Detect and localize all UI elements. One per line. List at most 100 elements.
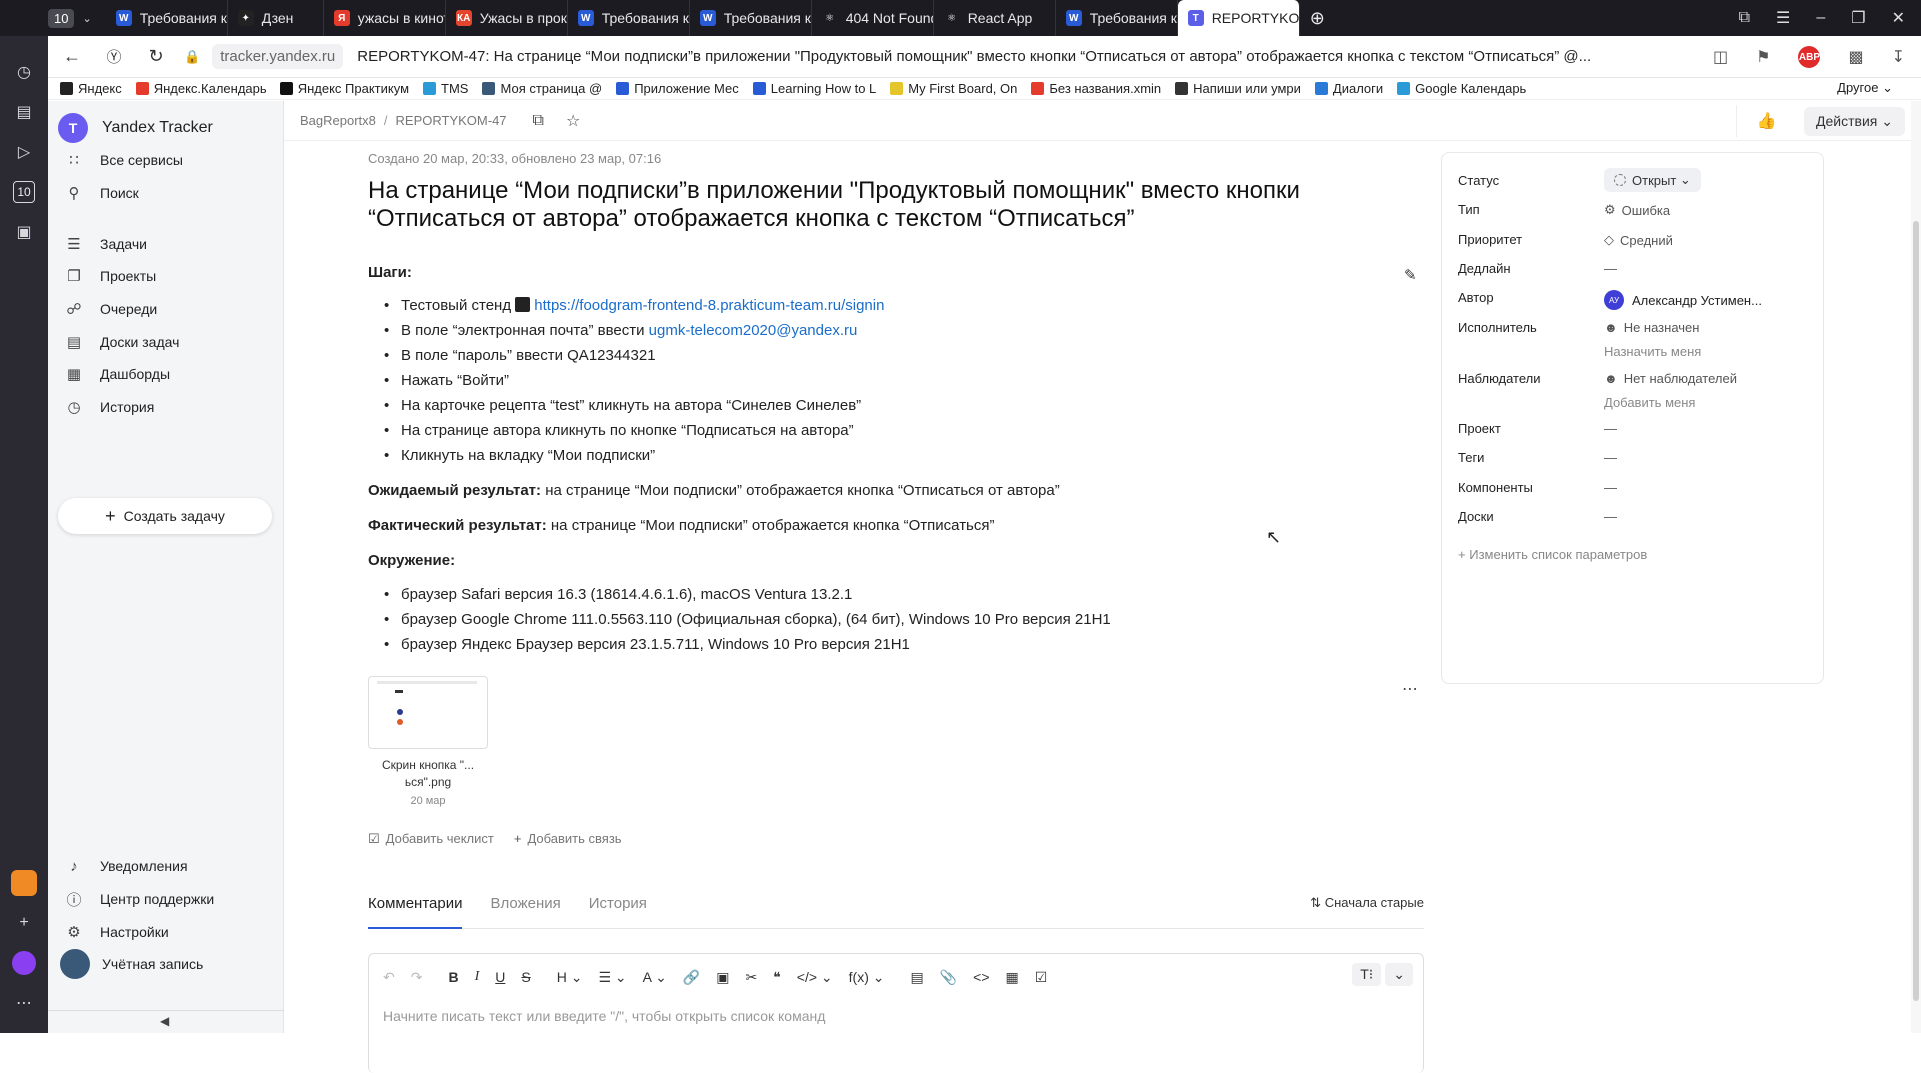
change-params-link[interactable]: + Изменить список параметров — [1458, 547, 1647, 562]
browser-tab[interactable]: ⚛ 404 Not Found — [812, 0, 934, 36]
tabs-counter-icon[interactable]: 10 — [8, 176, 40, 208]
code-block-icon[interactable]: <> — [973, 969, 989, 985]
formula-icon[interactable]: f(x) ⌄ — [849, 969, 885, 986]
close-icon[interactable]: ✕ — [1892, 8, 1905, 28]
yandex-icon[interactable]: Ⓨ — [96, 39, 132, 75]
bookmark-item[interactable]: Диалоги — [1314, 81, 1383, 96]
sidebar-item-settings[interactable]: ⚙ Настройки — [64, 920, 168, 944]
download-icon[interactable]: ↧ — [1892, 47, 1905, 67]
breadcrumb-key[interactable]: REPORTYKOM-47 — [396, 113, 507, 128]
sidebar-item-queues[interactable]: ☍ Очереди — [64, 297, 157, 321]
scrollbar[interactable] — [1911, 101, 1921, 1033]
create-task-button[interactable]: + Создать задачу — [58, 498, 272, 534]
strikethrough-icon[interactable]: S — [521, 969, 530, 985]
checklist-icon[interactable]: ☑ — [1035, 969, 1048, 986]
bookmark-item[interactable]: My First Board, On — [890, 81, 1017, 96]
browser-tab[interactable]: Яужасы в кинотеат — [324, 0, 446, 36]
code-icon[interactable]: </> ⌄ — [797, 969, 833, 986]
undo-icon[interactable]: ↶ — [383, 969, 395, 986]
star-icon[interactable]: ☆ — [566, 111, 580, 131]
attachment[interactable]: Скрин кнопка "... ься".png 20 мар — [368, 676, 488, 807]
quote-icon[interactable]: ❝ — [773, 969, 781, 986]
cut-icon[interactable]: ✂ — [746, 969, 758, 986]
table-icon[interactable]: ▦ — [1006, 969, 1019, 986]
actions-button[interactable]: Действия ⌄ — [1804, 106, 1905, 136]
app-logo[interactable]: T Yandex Tracker — [58, 113, 213, 143]
chevron-down-icon[interactable]: ⌄ — [1385, 963, 1413, 986]
restore-icon[interactable]: ❐ — [1851, 8, 1865, 28]
lock-icon[interactable]: 🔒 — [184, 49, 200, 65]
underline-icon[interactable]: U — [495, 969, 505, 985]
sidebar-item-search[interactable]: ⚲ Поиск — [64, 181, 139, 205]
browser-tab[interactable]: T REPORTYKOM- — [1177, 0, 1300, 36]
collapse-sidebar-icon[interactable]: ◀ — [160, 1014, 169, 1035]
comment-input[interactable]: Начните писать текст или введите "/", чт… — [369, 1000, 1423, 1032]
bookmark-icon[interactable]: ⚑ — [1756, 47, 1770, 67]
adblock-icon[interactable]: ABP — [1798, 46, 1821, 68]
sidebar-app-icon[interactable] — [8, 867, 40, 899]
sidebar-item-support[interactable]: ⓘ Центр поддержки — [64, 887, 214, 911]
menu-icon[interactable]: ☰ — [1776, 8, 1790, 28]
bookmarks-other[interactable]: Другое ⌄ — [1837, 80, 1893, 96]
add-panel-icon[interactable]: + — [8, 907, 40, 939]
bookmark-item[interactable]: Learning How to L — [752, 81, 876, 96]
bold-icon[interactable]: B — [448, 969, 458, 985]
history-icon[interactable]: ◷ — [8, 56, 40, 88]
email-link[interactable]: ugmk-telecom2020@yandex.ru — [649, 322, 858, 339]
sidebar-item-notifications[interactable]: ♪ Уведомления — [64, 854, 187, 878]
tab-comments[interactable]: Комментарии — [368, 895, 463, 929]
sidebar-item-account[interactable]: Учётная запись — [60, 949, 203, 979]
extensions-icon[interactable]: ▩ — [1848, 47, 1863, 67]
browser-tab[interactable]: ⚛ React App — [934, 0, 1056, 36]
add-checklist-button[interactable]: ☑ Добавить чеклист — [368, 831, 494, 847]
screenshot-icon[interactable]: ▣ — [8, 216, 40, 248]
text-color-icon[interactable]: A ⌄ — [643, 969, 667, 986]
bookmark-item[interactable]: Напиши или умри — [1175, 81, 1301, 96]
browser-tab[interactable]: W Требования к Янд — [106, 0, 228, 36]
sidebar-item-dashboards[interactable]: ▦ Дашборды — [64, 362, 170, 386]
redo-icon[interactable]: ↷ — [411, 969, 423, 986]
edit-icon[interactable]: ✎ — [1404, 266, 1417, 284]
stand-link[interactable]: https://foodgram-frontend-8.prakticum-te… — [534, 297, 884, 314]
more-icon[interactable]: ⋯ — [8, 987, 40, 1019]
bookmark-item[interactable]: Яндекс Практикум — [279, 81, 409, 96]
scrollbar-thumb[interactable] — [1913, 221, 1919, 1001]
like-button[interactable]: 👍 — [1736, 105, 1796, 137]
bookmark-item[interactable]: Яндекс — [60, 81, 122, 96]
list-icon[interactable]: ☰ ⌄ — [598, 969, 626, 986]
sidebar-item-projects[interactable]: ❐ Проекты — [64, 264, 156, 288]
breadcrumb-queue[interactable]: BagReportx8 — [300, 113, 376, 128]
add-me-link[interactable]: Добавить меня — [1604, 395, 1737, 410]
tab-history[interactable]: История — [589, 895, 647, 929]
image-icon[interactable]: ▤ — [911, 969, 924, 986]
browser-tab[interactable]: W Требования к рас — [690, 0, 812, 36]
note-icon[interactable]: ▣ — [716, 969, 729, 986]
browser-tab[interactable]: W Требования к Янд — [1056, 0, 1178, 36]
back-icon[interactable]: ← — [54, 39, 90, 75]
sidebar-item-tasks[interactable]: ☰ Задачи — [64, 232, 147, 256]
url-domain[interactable]: tracker.yandex.ru — [212, 44, 344, 69]
minimize-icon[interactable]: – — [1816, 9, 1825, 27]
sort-button[interactable]: ⇅ Сначала старые — [1310, 895, 1424, 911]
bookmark-item[interactable]: Приложение Мес — [616, 81, 739, 96]
browser-tab[interactable]: КА Ужасы в прокате — [446, 0, 568, 36]
alice-icon[interactable] — [8, 947, 40, 979]
reload-icon[interactable]: ↻ — [138, 39, 174, 75]
more-icon[interactable]: ⋯ — [1402, 679, 1419, 699]
bookmark-item[interactable]: Моя страница @ — [482, 81, 602, 96]
browser-tab[interactable]: ✦ Дзен — [228, 0, 324, 36]
attach-icon[interactable]: 📎 — [940, 969, 957, 986]
sidebar-item-all-services[interactable]: ∷ Все сервисы — [64, 148, 183, 172]
sidebar-item-history[interactable]: ◷ История — [64, 395, 154, 419]
chevron-down-icon[interactable]: ⌄ — [82, 12, 91, 25]
browser-tab[interactable]: W Требования к Янд — [568, 0, 690, 36]
translate-icon[interactable]: ◫ — [1713, 47, 1728, 67]
tab-counter[interactable]: 10 — [48, 8, 75, 28]
bookmark-item[interactable]: Яндекс.Календарь — [135, 81, 266, 96]
copy-icon[interactable]: ⧉ — [533, 112, 544, 130]
new-tab-button[interactable]: ⊕ — [1300, 0, 1335, 36]
status-dropdown[interactable]: Открыт ⌄ — [1604, 168, 1701, 192]
assign-me-link[interactable]: Назначить меня — [1604, 344, 1701, 359]
sidebar-item-boards[interactable]: ▤ Доски задач — [64, 330, 180, 354]
add-link-button[interactable]: + Добавить связь — [514, 831, 622, 847]
